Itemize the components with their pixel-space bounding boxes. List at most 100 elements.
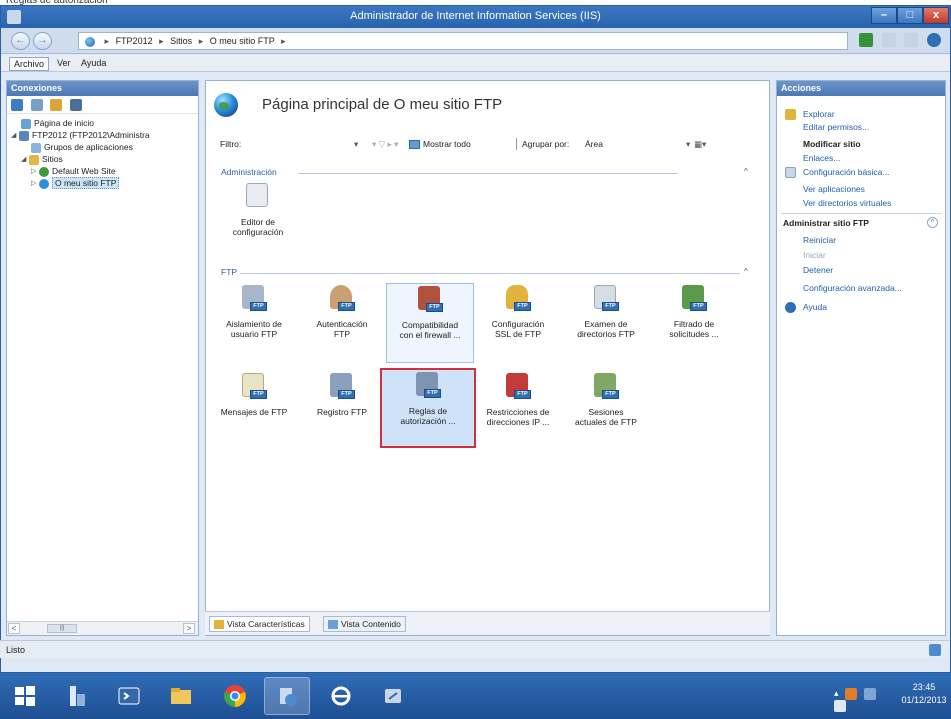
horizontal-scrollbar[interactable]: < ||| > — [7, 621, 198, 635]
feature-configuracion-ssl[interactable]: FTP Configuración SSL de FTP — [474, 283, 562, 363]
menu-archivo[interactable]: Archivo — [9, 57, 50, 71]
explore-icon — [785, 109, 796, 120]
taskbar-internet-explorer[interactable] — [318, 677, 364, 715]
filter-dropdown[interactable]: ▾ — [354, 136, 358, 152]
save-icon[interactable] — [30, 99, 43, 111]
request-filtering-icon: FTP — [679, 283, 709, 313]
start-button[interactable] — [2, 677, 48, 715]
breadcrumb[interactable]: ▸ FTP2012 ▸ Sitios ▸ O meu sitio FTP ▸ — [78, 32, 848, 50]
group-by-dropdown[interactable]: ▾ — [686, 136, 690, 152]
feature-editor-configuracion[interactable]: Editor de configuración — [214, 181, 302, 261]
disconnect-icon[interactable] — [69, 99, 82, 111]
mail-icon[interactable] — [881, 33, 896, 47]
feature-compatibilidad-firewall[interactable]: FTP Compatibilidad con el firewall ... — [386, 283, 474, 363]
tray-monitor-icon[interactable] — [863, 688, 876, 700]
feature-examen-directorios[interactable]: FTP Examen de directorios FTP — [562, 283, 650, 363]
tree-item-server[interactable]: ◢ FTP2012 (FTP2012\Administra — [7, 129, 198, 141]
page-title: Página principal de O meu sitio FTP — [262, 96, 503, 113]
back-button[interactable]: ← — [11, 32, 30, 50]
feature-filtrado-solicitudes[interactable]: FTP Filtrado de solicitudes ... — [650, 283, 738, 363]
connect-icon[interactable] — [11, 99, 23, 111]
expand-icon[interactable]: ▷ — [31, 178, 39, 189]
breadcrumb-item-server[interactable]: FTP2012 — [116, 36, 153, 46]
network-icon[interactable] — [859, 33, 873, 47]
scroll-thumb[interactable]: ||| — [47, 624, 77, 633]
forward-button[interactable]: → — [33, 32, 52, 50]
action-advanced-settings[interactable]: Configuración avanzada... — [803, 283, 902, 293]
taskbar-tool[interactable] — [370, 677, 416, 715]
group-by-select[interactable]: Área — [585, 136, 603, 152]
help-icon[interactable] — [926, 33, 941, 47]
feature-restricciones-ip[interactable]: FTP Restricciones de direcciones IP ... — [474, 371, 562, 451]
tree-item-ftp-site[interactable]: ▷ O meu sitio FTP — [7, 177, 198, 189]
breadcrumb-item-site[interactable]: O meu sitio FTP — [210, 36, 275, 46]
close-button[interactable]: x — [923, 7, 949, 24]
feature-autenticacion[interactable]: FTP Autenticación FTP — [298, 283, 386, 363]
action-links[interactable]: Enlaces... — [803, 153, 840, 163]
action-view-applications[interactable]: Ver aplicaciones — [803, 184, 865, 194]
expand-icon[interactable]: ◢ — [21, 154, 29, 165]
menu-ayuda[interactable]: Ayuda — [77, 57, 110, 69]
breadcrumb-item-sites[interactable]: Sitios — [170, 36, 192, 46]
action-basic-settings[interactable]: Configuración básica... — [803, 167, 889, 177]
iis-icon — [280, 688, 297, 706]
group-header-administracion[interactable]: Administración — [221, 167, 277, 179]
minimize-button[interactable]: – — [871, 7, 897, 24]
ip-restrictions-icon: FTP — [503, 371, 533, 401]
user-isolation-icon: FTP — [239, 283, 269, 313]
filter-bar: Filtro: ▾ ▾ ▽ ▸ ▾ Mostrar todo Agrupar p… — [214, 136, 759, 152]
taskbar-clock[interactable]: 23:45 01/12/2013 — [900, 681, 948, 707]
taskbar-file-explorer[interactable] — [158, 677, 204, 715]
collapse-administracion-icon[interactable]: ^ — [744, 167, 748, 176]
tree-item-default-web-site[interactable]: ▷ Default Web Site — [7, 165, 198, 177]
tab-features-view[interactable]: Vista Características — [209, 616, 310, 632]
feature-sesiones-actuales[interactable]: FTP Sesiones actuales de FTP — [562, 371, 650, 451]
view-mode-button[interactable]: ▦▾ — [694, 136, 706, 152]
tray-expand-icon[interactable]: ▴ — [834, 688, 839, 700]
feature-mensajes[interactable]: FTP Mensajes de FTP — [210, 371, 298, 451]
scroll-left-button[interactable]: < — [8, 623, 20, 634]
window-title: Administrador de Internet Information Se… — [350, 10, 601, 22]
connections-toolbar — [7, 96, 198, 114]
feature-aislamiento-usuario[interactable]: FTP Aislamiento de usuario FTP — [210, 283, 298, 363]
modify-site-header: Modificar sitio — [803, 139, 861, 149]
ssl-lock-icon: FTP — [503, 283, 533, 313]
action-restart[interactable]: Reiniciar — [803, 235, 836, 245]
refresh-icon[interactable] — [904, 33, 919, 47]
taskbar-iis-manager[interactable] — [264, 677, 310, 715]
tab-content-view[interactable]: Vista Contenido — [323, 616, 406, 632]
internet-explorer-icon — [331, 686, 351, 706]
action-view-virtual-directories[interactable]: Ver directorios virtuales — [803, 198, 891, 208]
features-view-icon — [214, 620, 224, 630]
tree-item-app-pools[interactable]: Grupos de aplicaciones — [7, 141, 198, 153]
globe-icon — [214, 93, 238, 117]
tray-volume-icon[interactable] — [834, 700, 846, 712]
collapse-ftp-icon[interactable]: ^ — [744, 267, 748, 276]
tray-network-icon[interactable] — [845, 688, 858, 700]
collapse-manage-icon[interactable]: ^ — [927, 217, 938, 228]
action-stop[interactable]: Detener — [803, 265, 833, 275]
taskbar-powershell[interactable] — [106, 677, 152, 715]
action-edit-permissions[interactable]: Editar permisos... — [803, 122, 869, 132]
maximize-button[interactable]: □ — [897, 7, 923, 24]
show-all-button[interactable]: Mostrar todo — [409, 136, 471, 152]
tree-item-sites[interactable]: ◢ Sitios — [7, 153, 198, 165]
scroll-right-button[interactable]: > — [183, 623, 195, 634]
server-manager-icon — [70, 686, 85, 706]
expand-icon[interactable]: ▷ — [31, 166, 39, 177]
action-help[interactable]: Ayuda — [803, 302, 827, 312]
group-header-ftp[interactable]: FTP — [221, 267, 237, 279]
menu-ver[interactable]: Ver — [53, 57, 75, 69]
chrome-icon — [224, 685, 246, 707]
up-icon[interactable] — [50, 99, 63, 111]
tree-item-start-page[interactable]: Página de inicio — [7, 117, 198, 129]
feature-registro[interactable]: FTP Registro FTP — [298, 371, 386, 451]
action-explore[interactable]: Explorar — [803, 109, 835, 119]
group-by-label: Agrupar por: — [522, 139, 570, 149]
feature-reglas-autorizacion[interactable]: FTP Reglas de autorización ... — [380, 368, 476, 448]
filter-go-icon[interactable]: ▾ ▽ ▸ ▾ — [372, 136, 398, 152]
manage-ftp-site-header: Administrar sitio FTP — [783, 218, 869, 228]
taskbar-chrome[interactable] — [212, 677, 258, 715]
taskbar-server-manager[interactable] — [54, 677, 100, 715]
expand-icon[interactable]: ◢ — [11, 130, 19, 141]
